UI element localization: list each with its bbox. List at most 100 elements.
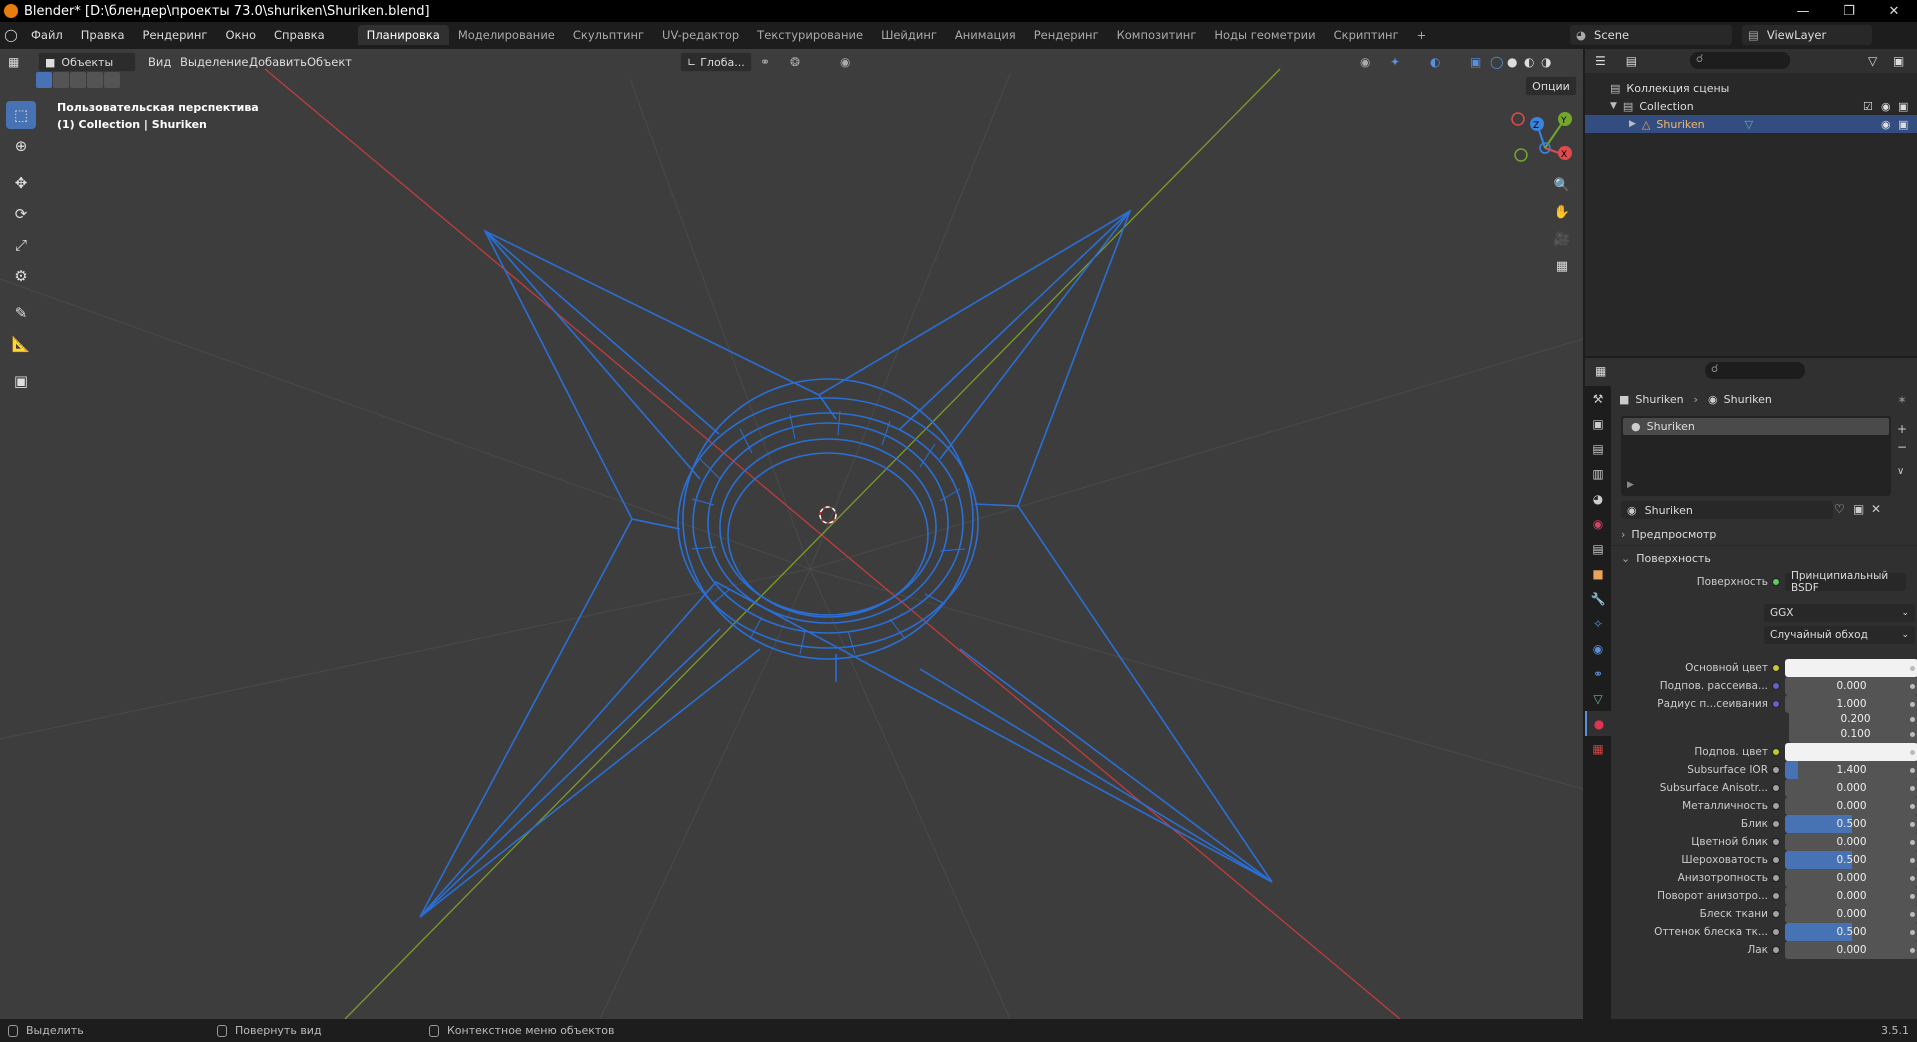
- transform-orientation-dropdown[interactable]: ∟ Глоба...: [680, 52, 752, 72]
- number-field[interactable]: 0.000: [1785, 905, 1917, 923]
- input-socket-icon[interactable]: [1772, 748, 1780, 756]
- modifier-tab-icon[interactable]: 🔧: [1585, 586, 1611, 611]
- wireframe-shading-icon[interactable]: ◯: [1490, 55, 1503, 69]
- keyframe-dot-icon[interactable]: [1910, 947, 1915, 953]
- input-socket-icon[interactable]: [1772, 874, 1780, 882]
- object-camera-icon[interactable]: ▣: [1898, 118, 1908, 131]
- overlays-icon[interactable]: ◐: [1430, 55, 1440, 69]
- add-slot-icon[interactable]: +: [1897, 422, 1907, 436]
- color-swatch[interactable]: [1785, 659, 1917, 677]
- input-socket-icon[interactable]: [1772, 838, 1780, 846]
- panel-preview[interactable]: › Предпросмотр: [1611, 524, 1917, 546]
- number-field[interactable]: 0.000: [1785, 779, 1917, 797]
- keyframe-dot-icon[interactable]: [1910, 683, 1915, 689]
- distribution-dropdown[interactable]: GGX ⌄: [1764, 604, 1915, 622]
- world-tab-icon[interactable]: ◉: [1585, 511, 1611, 536]
- move-icon[interactable]: ✥: [6, 169, 36, 197]
- transform-icon[interactable]: ⚙: [6, 262, 36, 290]
- outliner-search-input[interactable]: ☌: [1690, 52, 1790, 69]
- outliner-scene-collection[interactable]: ▤ Коллекция сцены: [1585, 79, 1917, 97]
- tab-compositing[interactable]: Композитинг: [1108, 25, 1206, 45]
- keyframe-dot-icon[interactable]: [1910, 893, 1915, 899]
- number-field[interactable]: 0.000: [1785, 797, 1917, 815]
- visibility-icon[interactable]: ◉: [1360, 55, 1370, 69]
- rendered-shading-icon[interactable]: ◑: [1541, 55, 1551, 69]
- keyframe-dot-icon[interactable]: [1910, 839, 1915, 845]
- number-field[interactable]: 0.000: [1785, 887, 1917, 905]
- keyframe-dot-icon[interactable]: [1910, 803, 1915, 809]
- material-name-field[interactable]: ◉ Shuriken: [1621, 501, 1833, 519]
- unlink-material-icon[interactable]: ✕: [1871, 502, 1881, 516]
- tab-sculpting[interactable]: Скульптинг: [564, 25, 653, 45]
- output-tab-icon[interactable]: ▤: [1585, 436, 1611, 461]
- input-socket-icon[interactable]: [1772, 784, 1780, 792]
- pivot-icon[interactable]: ⚭: [760, 55, 770, 69]
- properties-search-input[interactable]: ☌: [1705, 362, 1805, 379]
- gizmo-toggle-icon[interactable]: ✦: [1390, 55, 1400, 69]
- input-socket-icon[interactable]: [1772, 928, 1780, 936]
- solid-shading-icon[interactable]: ●: [1507, 55, 1517, 69]
- menu-help[interactable]: Справка: [265, 28, 334, 42]
- keyframe-dot-icon[interactable]: [1910, 875, 1915, 881]
- select-invert-icon[interactable]: [87, 72, 103, 88]
- keyframe-dot-icon[interactable]: [1910, 857, 1915, 863]
- new-collection-icon[interactable]: ▣: [1893, 54, 1904, 68]
- texture-tab-icon[interactable]: ▦: [1585, 736, 1611, 761]
- collection-tab-icon[interactable]: ▤: [1585, 536, 1611, 561]
- 3d-viewport[interactable]: Z X Y ▦ ■ Объекты Вид Выделение Добавить…: [0, 49, 1583, 1019]
- particles-tab-icon[interactable]: ✧: [1585, 611, 1611, 636]
- navigation-gizmo[interactable]: Z X Y: [1511, 112, 1572, 162]
- menu-edit[interactable]: Правка: [72, 28, 134, 42]
- zoom-icon[interactable]: 🔍: [1550, 173, 1574, 197]
- keyframe-dot-icon[interactable]: [1910, 749, 1915, 755]
- constraints-tab-icon[interactable]: ⚭: [1585, 661, 1611, 686]
- cursor-icon[interactable]: ⊕: [6, 132, 36, 160]
- tab-rendering[interactable]: Рендеринг: [1025, 25, 1108, 45]
- number-field[interactable]: 0.100: [1789, 725, 1917, 743]
- input-socket-icon[interactable]: [1772, 682, 1780, 690]
- collection-expand-icon[interactable]: ▼: [1610, 101, 1617, 111]
- material-tab-icon[interactable]: ●: [1585, 711, 1611, 736]
- number-field[interactable]: 1.400: [1785, 761, 1917, 779]
- surface-shader-field[interactable]: Принципиальный BSDF: [1785, 570, 1906, 594]
- input-socket-icon[interactable]: [1772, 856, 1780, 864]
- input-socket-icon[interactable]: [1772, 946, 1780, 954]
- add-cube-icon[interactable]: ▣: [6, 367, 36, 395]
- pin-icon[interactable]: ✶: [1897, 393, 1907, 407]
- properties-editor-icon[interactable]: ▦: [1595, 364, 1606, 378]
- input-socket-icon[interactable]: [1772, 820, 1780, 828]
- select-box-icon[interactable]: ⬚: [6, 101, 36, 129]
- collection-camera-icon[interactable]: ▣: [1898, 100, 1908, 113]
- tab-animation[interactable]: Анимация: [946, 25, 1025, 45]
- tab-scripting[interactable]: Скриптинг: [1325, 25, 1408, 45]
- view-layer-selector[interactable]: ▤ ViewLayer: [1742, 25, 1872, 45]
- number-field[interactable]: 0.000: [1785, 833, 1917, 851]
- tab-shading[interactable]: Шейдинг: [872, 25, 946, 45]
- number-field[interactable]: 0.500: [1785, 815, 1917, 833]
- snap-icon[interactable]: ❂: [790, 55, 800, 69]
- filter-icon[interactable]: ▽: [1868, 54, 1877, 68]
- subsurface-method-dropdown[interactable]: Случайный обход ⌄: [1764, 626, 1915, 644]
- number-field[interactable]: 0.000: [1785, 869, 1917, 887]
- object-expand-icon[interactable]: ▶: [1629, 119, 1636, 129]
- add-workspace-icon[interactable]: +: [1408, 25, 1436, 45]
- view-layer-tab-icon[interactable]: ▥: [1585, 461, 1611, 486]
- mesh-data-icon[interactable]: ▽: [1745, 118, 1753, 131]
- close-icon[interactable]: ✕: [1871, 0, 1917, 22]
- outliner-editor-icon[interactable]: ☰: [1595, 54, 1606, 68]
- object-eye-icon[interactable]: ◉: [1881, 118, 1891, 131]
- scale-icon[interactable]: ⤢: [6, 231, 36, 259]
- input-socket-icon[interactable]: [1772, 910, 1780, 918]
- input-socket-icon[interactable]: [1772, 892, 1780, 900]
- options-dropdown[interactable]: Опции: [1525, 76, 1577, 96]
- menu-render[interactable]: Рендеринг: [134, 28, 217, 42]
- editor-type-icon[interactable]: ▦: [8, 55, 30, 69]
- remove-slot-icon[interactable]: −: [1897, 440, 1907, 454]
- physics-tab-icon[interactable]: ◉: [1585, 636, 1611, 661]
- keyframe-dot-icon[interactable]: [1910, 767, 1915, 773]
- annotate-icon[interactable]: ✎: [6, 299, 36, 327]
- tab-geometry-nodes[interactable]: Ноды геометрии: [1205, 25, 1324, 45]
- keyframe-dot-icon[interactable]: [1910, 731, 1915, 737]
- keyframe-dot-icon[interactable]: [1910, 821, 1915, 827]
- scene-tab-icon[interactable]: ◕: [1585, 486, 1611, 511]
